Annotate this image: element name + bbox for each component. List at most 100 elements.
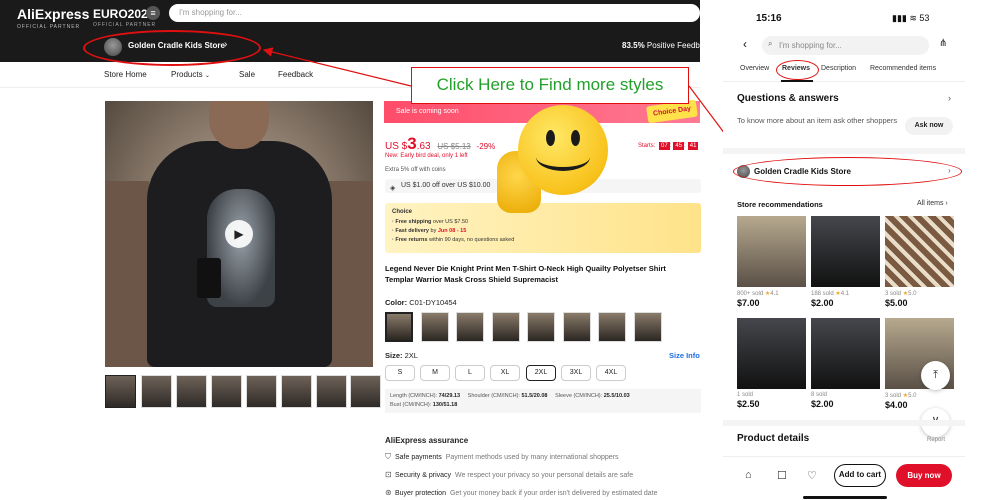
price-whole: 3 (407, 134, 417, 153)
euro-subtitle: OFFICIAL PARTNER (93, 22, 157, 28)
thumbnail[interactable] (105, 375, 136, 408)
lock-icon: ⊡ (385, 470, 392, 479)
nav-store-home[interactable]: Store Home (104, 70, 147, 79)
menu-icon[interactable]: ≡ (146, 6, 160, 20)
store-icon[interactable]: ⌂ (745, 469, 752, 481)
recommendation-card[interactable]: 188 sold ★4.1 $2.00 (811, 216, 880, 308)
thumbnail[interactable] (281, 375, 312, 408)
nav-feedback[interactable]: Feedback (278, 70, 313, 79)
back-arrow-icon[interactable]: ‹ (743, 37, 747, 51)
card-meta: 800+ sold ★4.1 (737, 291, 779, 297)
thumbnail[interactable] (176, 375, 207, 408)
card-price: $2.00 (811, 298, 834, 308)
shield-icon: ⛉ (385, 452, 391, 461)
color-swatch[interactable] (456, 312, 484, 342)
image-shirt (147, 141, 332, 367)
ask-now-button[interactable]: Ask now (905, 117, 953, 135)
card-meta: 8 sold (811, 392, 828, 398)
early-bird-note: New: Early bird deal, only 1 left (385, 153, 468, 159)
color-swatch[interactable] (563, 312, 591, 342)
buy-now-button[interactable]: Buy now (896, 464, 952, 487)
assurance-buyer-protection[interactable]: ⊛ Buyer protection Get your money back if … (385, 488, 705, 497)
size-info-link[interactable]: Size Info (669, 351, 700, 360)
section-divider (723, 148, 965, 154)
share-icon[interactable]: ⋔ (939, 38, 947, 49)
size-option-3xl[interactable]: 3XL (561, 365, 591, 381)
status-time: 15:16 (756, 13, 782, 24)
card-meta: 1 sold (737, 392, 754, 398)
coupon-icon: ◈ (390, 185, 396, 192)
size-option-xl[interactable]: XL (490, 365, 520, 381)
scroll-to-top-icon[interactable]: ⤒ (921, 361, 950, 390)
recommendation-card[interactable]: 1 sold $2.50 (737, 318, 806, 409)
product-title: Legend Never Die Knight Print Men T-Shir… (385, 264, 666, 284)
chat-icon[interactable]: ☐ (777, 469, 787, 482)
card-meta: 3 sold ★5.0 (885, 393, 917, 399)
assurance-security-privacy[interactable]: ⊡ Security & privacy We respect your priva… (385, 470, 705, 479)
choice-line-shipping: · Free shipping over US $7.50 (392, 219, 469, 225)
recommendation-card[interactable]: 8 sold $2.00 (811, 318, 880, 409)
product-thumbnail (885, 216, 954, 287)
color-swatch[interactable] (385, 312, 413, 342)
recommendation-card[interactable]: 800+ sold ★4.1 $7.00 (737, 216, 806, 308)
color-swatch[interactable] (634, 312, 662, 342)
image-phone (197, 258, 221, 298)
thumbnail[interactable] (141, 375, 172, 408)
play-video-icon[interactable]: ▶ (225, 220, 253, 248)
size-label: Size: 2XL (385, 351, 418, 360)
assurance-safe-payments[interactable]: ⛉ Safe payments Payment methods used by ma… (385, 452, 705, 462)
card-price: $2.00 (811, 399, 834, 409)
color-swatch[interactable] (492, 312, 520, 342)
annotation-callout: Click Here to Find more styles (411, 67, 689, 104)
product-details-title[interactable]: Product details (737, 433, 809, 444)
size-option-4xl[interactable]: 4XL (596, 365, 626, 381)
tab-recommended[interactable]: Recommended items (870, 65, 936, 72)
store-feedback: 83.5% Positive Feedback (622, 41, 712, 50)
size-option-l[interactable]: L (455, 365, 485, 381)
tab-overview[interactable]: Overview (740, 65, 769, 72)
chevron-right-icon[interactable]: › (948, 93, 951, 103)
status-indicators: ▮▮▮ ≋ 53 (892, 13, 930, 23)
thumbnail[interactable] (316, 375, 347, 408)
card-price: $7.00 (737, 298, 760, 308)
coin-discount-note: Extra 5% off with coins (385, 167, 446, 173)
nav-products[interactable]: Products ⌄ (171, 70, 210, 79)
product-main-image[interactable]: ▶ (105, 101, 373, 367)
nav-sale[interactable]: Sale (239, 70, 255, 79)
choice-title: Choice (392, 209, 413, 215)
mobile-tabs: Overview Reviews Description Recommended… (723, 62, 965, 82)
coupon-text: US $1.00 off over US $10.00 (401, 182, 491, 189)
smiley-face-icon (518, 105, 608, 195)
price-discount: -29% (476, 142, 496, 151)
size-measurements: Length (CM/INCH): 74/29.13 Shoulder (CM/… (385, 389, 701, 413)
price: US $3.63 US $5.13 -29% (385, 134, 495, 154)
color-swatch[interactable] (527, 312, 555, 342)
card-meta: 188 sold ★4.1 (811, 291, 850, 297)
color-swatch[interactable] (421, 312, 449, 342)
all-items-link[interactable]: All items › (917, 200, 948, 207)
add-to-cart-button[interactable]: Add to cart (834, 464, 886, 487)
size-option-s[interactable]: S (385, 365, 415, 381)
product-thumbnail (737, 318, 806, 389)
qa-title[interactable]: Questions & answers (737, 93, 839, 104)
size-option-m[interactable]: M (420, 365, 450, 381)
size-option-2xl[interactable]: 2XL (526, 365, 556, 381)
search-input[interactable]: I'm shopping for... (169, 4, 700, 22)
price-original: US $5.13 (437, 142, 471, 151)
report-label[interactable]: Report (927, 437, 945, 443)
color-value: C01-DY10454 (409, 298, 457, 307)
choice-box: Choice · Free shipping over US $7.50 · F… (385, 203, 701, 253)
thumbnail[interactable] (246, 375, 277, 408)
countdown-hours: 07 (659, 142, 670, 150)
thumbnail-strip (105, 375, 381, 409)
card-price: $4.00 (885, 400, 908, 410)
tab-description[interactable]: Description (821, 65, 856, 72)
recommendation-card[interactable]: 3 sold ★5.0 $5.00 (885, 216, 954, 308)
size-options: S M L XL 2XL 3XL 4XL (385, 365, 701, 383)
aliexpress-logo[interactable]: AliExpress (17, 6, 89, 22)
thumbnail[interactable] (211, 375, 242, 408)
heart-icon[interactable]: ♡ (807, 469, 817, 482)
mobile-search-input[interactable]: I'm shopping for... (762, 36, 929, 55)
thumbnail[interactable] (350, 375, 381, 408)
color-swatch[interactable] (598, 312, 626, 342)
